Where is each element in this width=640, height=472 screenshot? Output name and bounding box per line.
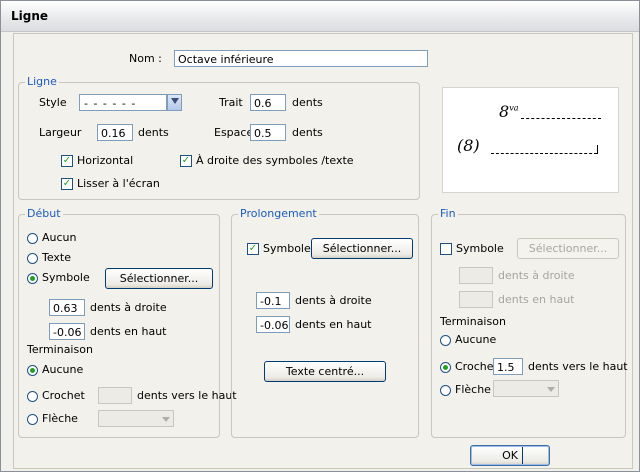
fin-t-crochet-label: Crochet: [455, 360, 498, 373]
debut-t-crochet-radio[interactable]: [27, 391, 38, 402]
style-label: Style: [39, 96, 67, 109]
debut-t-fleche-radio[interactable]: [27, 414, 38, 425]
ligne-group: Ligne Style - - - - - - Trait 0.6 dents …: [18, 75, 420, 200]
debut-haut-input[interactable]: -0.06: [49, 323, 85, 340]
debut-t-fleche-label: Flèche: [42, 412, 78, 425]
lisser-label: Lisser à l'écran: [77, 177, 160, 190]
fin-t-fleche-label: Flèche: [455, 383, 491, 396]
fin-t-aucune-label: Aucune: [455, 333, 497, 346]
debut-crochet-unit: dents vers le haut: [137, 389, 237, 402]
line-preview: 8va (8): [442, 87, 619, 193]
fin-haut-input[interactable]: [459, 291, 493, 308]
debut-group: Début Aucun Texte Symbole Sélectionner..…: [18, 207, 237, 438]
preview-bottom-dashes: [491, 153, 597, 154]
fin-group: Fin Symbole Sélectionner... dents à droi…: [431, 207, 628, 438]
debut-crochet-input[interactable]: [98, 387, 132, 404]
prolongement-droite-input[interactable]: -0.1: [256, 292, 290, 309]
fin-symbole-label: Symbole: [456, 242, 504, 255]
fin-haut-label: dents en haut: [498, 293, 575, 306]
fin-symbole-checkbox[interactable]: [440, 243, 452, 255]
fin-t-aucune-radio[interactable]: [440, 335, 451, 346]
largeur-input[interactable]: 0.16: [97, 124, 133, 141]
debut-texte-radio[interactable]: [27, 253, 38, 264]
debut-t-crochet-label: Crochet: [42, 389, 85, 402]
debut-symbole-radio[interactable]: [27, 273, 38, 284]
fin-select-button[interactable]: Sélectionner...: [517, 238, 619, 259]
window-title: Ligne: [11, 9, 49, 23]
debut-t-aucune-radio[interactable]: [27, 365, 38, 376]
fin-group-title: Fin: [438, 207, 458, 221]
debut-droite-label: dents à droite: [90, 301, 167, 314]
preview-ottava-top: 8va: [499, 102, 518, 121]
horizontal-label: Horizontal: [77, 154, 134, 167]
nom-input[interactable]: Octave inférieure: [174, 50, 428, 67]
espace-unit: dents: [292, 126, 323, 139]
style-dropdown-button[interactable]: [167, 94, 182, 111]
debut-aucun-label: Aucun: [42, 231, 77, 244]
droite-symboles-checkbox[interactable]: ✓: [180, 155, 192, 167]
preview-top-dashes: [521, 118, 601, 119]
fin-crochet-unit: dents vers le haut: [528, 360, 628, 373]
ok-button-divider: [522, 447, 523, 464]
debut-droite-input[interactable]: 0.63: [49, 299, 85, 316]
lisser-checkbox[interactable]: ✓: [61, 178, 73, 190]
prolongement-group-title: Prolongement: [238, 207, 319, 221]
prolongement-haut-label: dents en haut: [295, 318, 372, 331]
style-select[interactable]: - - - - - -: [79, 94, 167, 111]
droite-symboles-label: À droite des symboles /texte: [196, 154, 354, 167]
trait-unit: dents: [292, 96, 323, 109]
fin-t-crochet-radio[interactable]: [440, 362, 451, 373]
preview-top-symbol: 8: [499, 102, 510, 121]
espace-label: Espace: [214, 126, 254, 139]
debut-texte-label: Texte: [42, 251, 72, 264]
largeur-label: Largeur: [39, 126, 82, 139]
dialog-window: Ligne Nom : Octave inférieure Ligne Styl…: [0, 0, 640, 472]
prolongement-haut-input[interactable]: -0.06: [256, 316, 290, 333]
fin-droite-label: dents à droite: [498, 269, 575, 282]
nom-label: Nom :: [129, 52, 162, 65]
debut-t-aucune-label: Aucune: [42, 363, 84, 376]
chevron-down-icon: [162, 417, 170, 422]
preview-bottom-symbol: (8): [457, 136, 480, 155]
fin-t-fleche-radio[interactable]: [440, 385, 451, 396]
prolongement-select-button[interactable]: Sélectionner...: [311, 238, 413, 259]
texte-centre-button[interactable]: Texte centré...: [264, 361, 386, 382]
trait-input[interactable]: 0.6: [250, 94, 286, 111]
prolongement-symbole-checkbox[interactable]: ✓: [247, 243, 259, 255]
preview-top-sup: va: [509, 103, 519, 113]
fin-droite-input[interactable]: [459, 267, 493, 284]
ok-button[interactable]: OK: [470, 445, 550, 466]
dialog-client: Nom : Octave inférieure Ligne Style - - …: [13, 33, 633, 469]
chevron-down-icon: [171, 98, 179, 104]
preview-bottom-hook: [597, 145, 598, 154]
debut-group-title: Début: [25, 207, 63, 221]
debut-symbole-label: Symbole: [42, 271, 90, 284]
largeur-unit: dents: [138, 126, 169, 139]
trait-label: Trait: [219, 96, 243, 109]
debut-select-button[interactable]: Sélectionner...: [105, 268, 213, 289]
ligne-group-title: Ligne: [25, 75, 59, 89]
espace-input[interactable]: 0.5: [250, 124, 286, 141]
prolongement-group: Prolongement ✓ Symbole Sélectionner... -…: [231, 207, 419, 438]
debut-aucun-radio[interactable]: [27, 233, 38, 244]
prolongement-symbole-label: Symbole: [263, 242, 311, 255]
fin-terminaison-label: Terminaison: [440, 315, 506, 328]
fin-crochet-input[interactable]: 1.5: [493, 358, 523, 375]
debut-terminaison-label: Terminaison: [27, 343, 93, 356]
horizontal-checkbox[interactable]: ✓: [61, 155, 73, 167]
chevron-down-icon: [547, 387, 555, 392]
title-bar[interactable]: Ligne: [1, 1, 639, 32]
debut-haut-label: dents en haut: [90, 325, 167, 338]
prolongement-droite-label: dents à droite: [295, 294, 372, 307]
